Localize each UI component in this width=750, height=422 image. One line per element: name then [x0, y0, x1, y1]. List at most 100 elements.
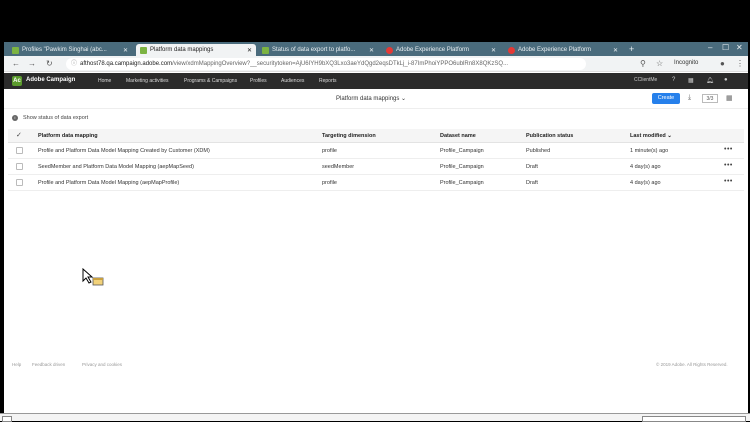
user-name[interactable]: CClientMe	[634, 77, 657, 83]
minimize-icon[interactable]: –	[708, 43, 712, 52]
row-checkbox[interactable]	[16, 163, 23, 170]
bookmark-star-icon[interactable]: ☆	[656, 59, 663, 68]
column-header-dataset-name[interactable]: Dataset name	[440, 129, 476, 142]
footer-link-help[interactable]: Help	[12, 362, 21, 367]
chevron-down-icon: ⌄	[401, 96, 407, 102]
tab-platform-data-mappings[interactable]: Platform data mappings ✕	[136, 44, 256, 56]
tab-label: Adobe Experience Platform	[518, 47, 592, 53]
tab-label: Platform data mappings	[150, 47, 214, 53]
strip-segment	[642, 416, 746, 422]
back-icon[interactable]: ←	[12, 59, 20, 68]
close-icon[interactable]: ✕	[610, 47, 618, 54]
notifications-bell-icon[interactable]: 🔔︎	[706, 77, 714, 84]
tab-status-of-data-export[interactable]: Status of data export to platfo... ✕	[258, 44, 378, 56]
zoom-icon[interactable]: ⚲	[640, 59, 646, 68]
last-modified: 1 minute(s) ago	[630, 148, 669, 154]
window-close-icon[interactable]: ✕	[736, 43, 743, 52]
row-checkbox[interactable]	[16, 147, 23, 154]
strip-segment	[2, 416, 12, 422]
security-info-icon: ⓘ	[71, 61, 78, 67]
footer-copyright: © 2019 Adobe. All Rights Reserved.	[656, 362, 728, 367]
publication-status: Draft	[526, 180, 538, 186]
apps-grid-icon[interactable]: ▦	[688, 77, 694, 84]
dataset-name: Profile_Campaign	[440, 164, 484, 170]
tab-adobe-experience-platform-2[interactable]: Adobe Experience Platform ✕	[504, 44, 622, 56]
last-modified: 4 day(s) ago	[630, 164, 661, 170]
tab-profiles[interactable]: Profiles "Pawkim Singhai (abc... ✕	[8, 44, 132, 56]
close-icon[interactable]: ✕	[120, 47, 128, 54]
info-icon: i	[12, 115, 18, 121]
campaign-favicon-icon	[262, 46, 269, 54]
tab-label: Status of data export to platfo...	[272, 47, 356, 53]
tab-bar: Profiles "Pawkim Singhai (abc... ✕ Platf…	[4, 42, 748, 56]
menu-item-reports[interactable]: Reports	[319, 78, 337, 84]
menu-item-home[interactable]: Home	[98, 78, 111, 84]
menu-item-marketing-activities[interactable]: Marketing activities	[126, 78, 169, 84]
item-count-badge: 3/3	[702, 94, 718, 103]
mapping-name[interactable]: Profile and Platform Data Model Mapping …	[38, 175, 179, 190]
footer-link-feedback[interactable]: Feedback driven	[32, 362, 65, 367]
maximize-icon[interactable]: ☐	[722, 43, 729, 52]
column-header-targeting-dimension[interactable]: Targeting dimension	[322, 129, 376, 142]
video-bottom-strip	[0, 413, 750, 422]
reload-icon[interactable]: ↻	[46, 59, 53, 68]
select-all-checkmark-icon[interactable]: ✓	[16, 131, 23, 139]
targeting-dimension: profile	[322, 180, 337, 186]
tab-adobe-experience-platform[interactable]: Adobe Experience Platform ✕	[382, 44, 500, 56]
browser-window: Profiles "Pawkim Singhai (abc... ✕ Platf…	[4, 42, 748, 372]
footer-link-privacy[interactable]: Privacy and cookies	[82, 362, 122, 367]
column-header-publication-status[interactable]: Publication status	[526, 129, 573, 142]
menu-item-profiles[interactable]: Profiles	[250, 78, 267, 84]
incognito-badge[interactable]: Incognito	[674, 60, 698, 66]
status-export-label: Show status of data export	[23, 115, 89, 121]
sort-chevron-icon: ⌄	[667, 133, 672, 139]
browser-menu-icon[interactable]: ⋮	[736, 59, 744, 68]
page-title[interactable]: Platform data mappings ⌄	[336, 95, 406, 102]
more-actions-icon[interactable]: •••	[724, 143, 733, 157]
url-path: /view/xdmMappingOverview?__securitytoken…	[172, 61, 509, 67]
table-row[interactable]: Profile and Platform Data Model Mapping …	[8, 143, 744, 159]
export-download-icon[interactable]: ⤓	[688, 94, 691, 102]
tab-label: Adobe Experience Platform	[396, 47, 470, 53]
adobe-favicon-icon	[508, 46, 515, 54]
publication-status: Draft	[526, 164, 538, 170]
status-export-link[interactable]: i Show status of data export	[12, 115, 88, 121]
video-frame: Profiles "Pawkim Singhai (abc... ✕ Platf…	[0, 0, 750, 422]
column-header-mapping[interactable]: Platform data mapping	[38, 129, 98, 142]
mapping-name[interactable]: SeedMember and Platform Data Model Mappi…	[38, 159, 194, 174]
table-row[interactable]: SeedMember and Platform Data Model Mappi…	[8, 159, 744, 175]
adobe-campaign-logo-icon[interactable]: Ac	[12, 76, 22, 86]
tab-label: Profiles "Pawkim Singhai (abc...	[22, 47, 107, 53]
targeting-dimension: profile	[322, 148, 337, 154]
url-field[interactable]: ⓘ afthost78.qa.campaign.adobe.com/view/x…	[66, 58, 586, 70]
close-icon[interactable]: ✕	[244, 47, 252, 54]
row-checkbox[interactable]	[16, 179, 23, 186]
close-icon[interactable]: ✕	[488, 47, 496, 54]
more-actions-icon[interactable]: •••	[724, 159, 733, 173]
adobe-favicon-icon	[386, 46, 393, 54]
more-actions-icon[interactable]: •••	[724, 175, 733, 189]
campaign-favicon-icon	[140, 46, 147, 54]
profile-avatar-icon[interactable]: ●	[720, 59, 725, 68]
menu-item-audiences[interactable]: Audiences	[281, 78, 304, 84]
app-brand[interactable]: Adobe Campaign	[26, 77, 75, 83]
page-toolbar: Platform data mappings ⌄ Create ⤓ 3/3 ▦	[4, 89, 748, 109]
close-icon[interactable]: ✕	[366, 47, 374, 54]
new-tab-button[interactable]: +	[629, 44, 634, 54]
grid-view-icon[interactable]: ▦	[726, 94, 733, 102]
mapping-name[interactable]: Profile and Platform Data Model Mapping …	[38, 143, 210, 158]
create-button[interactable]: Create	[652, 93, 680, 104]
forward-icon[interactable]: →	[28, 59, 36, 68]
last-modified: 4 day(s) ago	[630, 180, 661, 186]
url-host: afthost78.qa.campaign.adobe.com	[80, 61, 173, 67]
table-header: ✓ Platform data mapping Targeting dimens…	[8, 129, 744, 143]
table-row[interactable]: Profile and Platform Data Model Mapping …	[8, 175, 744, 191]
campaign-favicon-icon	[12, 46, 19, 54]
column-header-last-modified[interactable]: Last modified ⌄	[630, 129, 672, 142]
user-avatar-icon[interactable]: ●	[724, 77, 728, 83]
menu-item-programs-campaigns[interactable]: Programs & Campaigns	[184, 78, 237, 84]
address-bar: ← → ↻ ⓘ afthost78.qa.campaign.adobe.com/…	[4, 56, 748, 72]
help-icon[interactable]: ?	[672, 77, 675, 83]
dataset-name: Profile_Campaign	[440, 148, 484, 154]
dataset-name: Profile_Campaign	[440, 180, 484, 186]
